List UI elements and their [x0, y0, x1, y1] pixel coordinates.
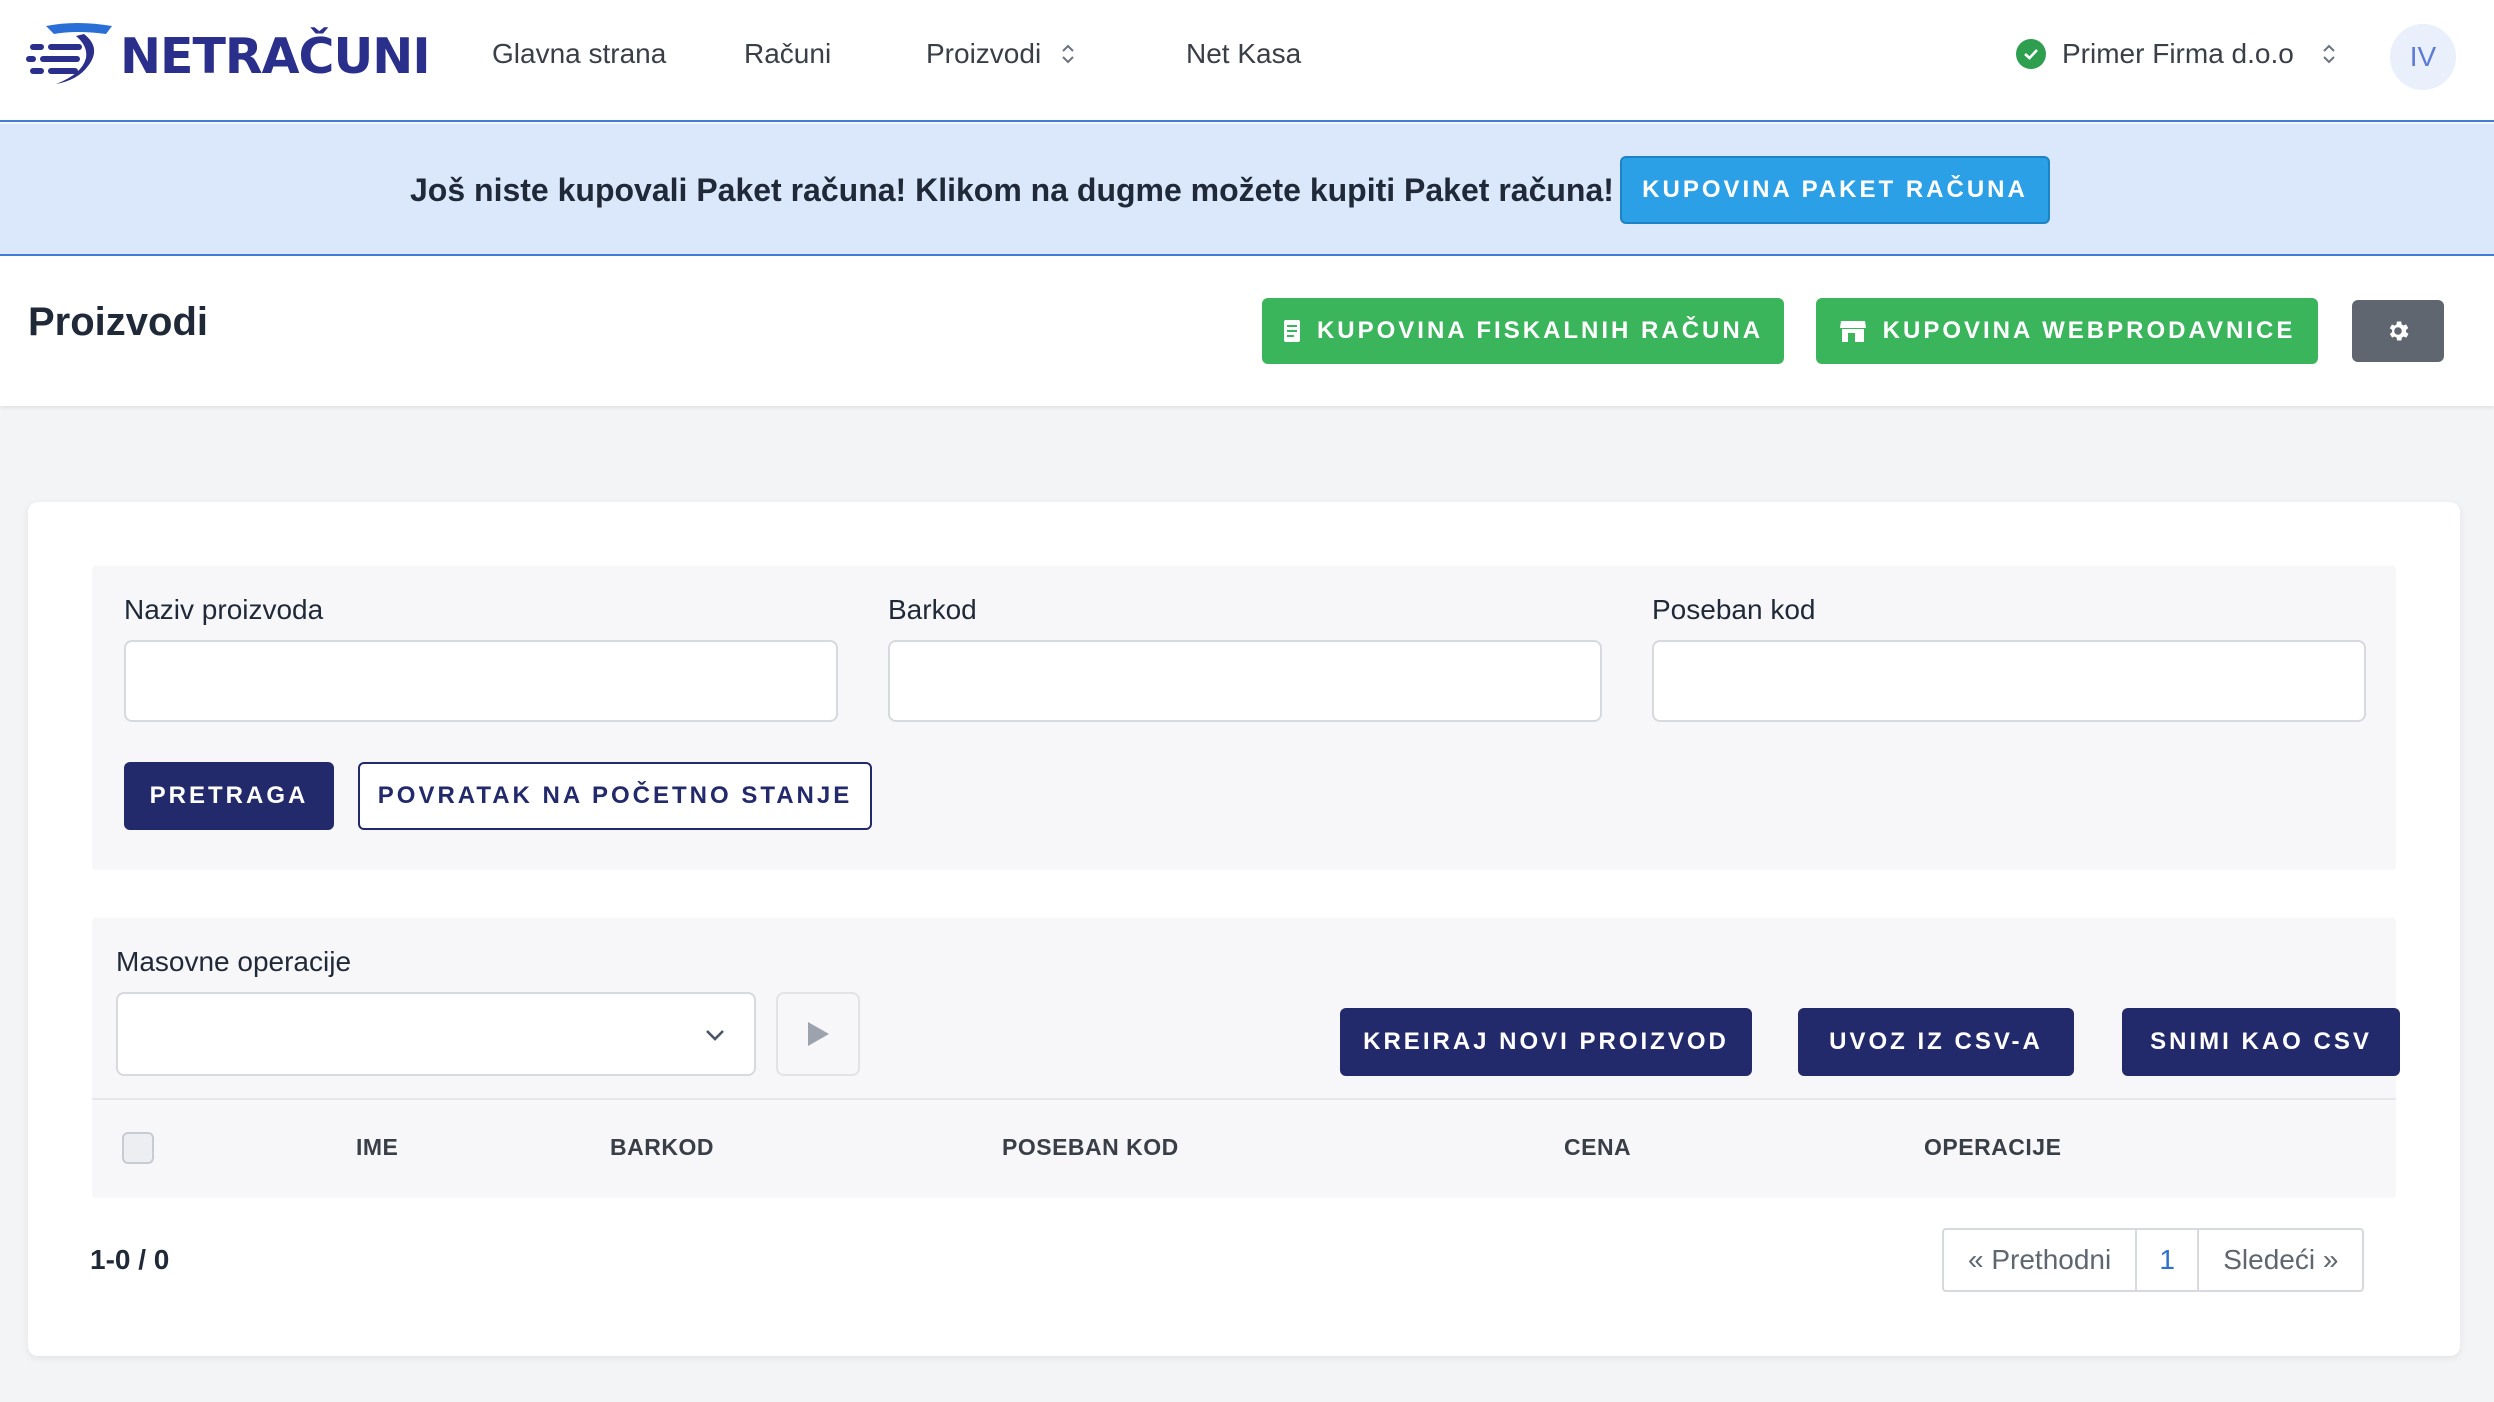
purchase-banner: Još niste kupovali Paket računa! Klikom … — [0, 124, 2494, 256]
button-label: KUPOVINA PAKET RAČUNA — [1642, 176, 2028, 203]
next-page-button[interactable]: Sledeći » — [2197, 1230, 2362, 1290]
special-code-label: Poseban kod — [1652, 594, 1816, 625]
run-operation-button[interactable] — [776, 992, 860, 1076]
brand-logo[interactable]: NETRAČUNI — [26, 18, 431, 94]
column-header-name[interactable]: IME — [356, 1134, 398, 1161]
nav-item-label: Proizvodi — [926, 38, 1042, 69]
export-csv-button[interactable]: SNIMI KAO CSV — [2122, 1008, 2400, 1076]
banner-message: Još niste kupovali Paket računa! Klikom … — [410, 172, 1614, 208]
column-header-barcode[interactable]: BARKOD — [610, 1134, 714, 1161]
nav-item-net-kasa[interactable]: Net Kasa — [1186, 38, 1301, 70]
buy-invoice-package-button[interactable]: KUPOVINA PAKET RAČUNA — [1620, 156, 2050, 224]
product-name-label: Naziv proizvoda — [124, 594, 324, 625]
company-name: Primer Firma d.o.o — [2062, 38, 2294, 69]
nav-item-label: Računi — [744, 38, 832, 69]
mass-operations-select[interactable] — [116, 992, 756, 1076]
pagination: « Prethodni 1 Sledeći » — [1942, 1228, 2365, 1292]
column-header-price[interactable]: CENA — [1564, 1134, 1631, 1161]
logo-mark-icon — [26, 23, 112, 84]
company-selector[interactable]: Primer Firma d.o.o — [2016, 38, 2336, 70]
import-csv-button[interactable]: UVOZ IZ CSV-A — [1798, 1008, 2074, 1076]
products-card: Naziv proizvoda Barkod Poseban kod PRETR… — [28, 502, 2460, 1356]
settings-button[interactable] — [2352, 300, 2444, 362]
button-label: SNIMI KAO CSV — [2150, 1028, 2372, 1055]
page-title: Proizvodi — [28, 300, 209, 344]
nav-item-label: Glavna strana — [492, 38, 667, 69]
operations-panel: Masovne operacije KREIRAJ NOVI PROIZVOD … — [92, 918, 2400, 1198]
column-header-operations: OPERACIJE — [1924, 1134, 2062, 1160]
page-header: Proizvodi KUPOVINA FISKALNIH RAČUNA KUPO… — [0, 256, 2494, 406]
chevron-updown-icon — [2322, 42, 2336, 66]
top-navigation: NETRAČUNI Glavna strana Računi Proizvodi… — [0, 0, 2494, 122]
receipt-icon — [1283, 320, 1300, 342]
column-header-special-code[interactable]: POSEBAN KOD — [1002, 1134, 1179, 1161]
create-product-button[interactable]: KREIRAJ NOVI PROIZVOD — [1340, 1008, 1752, 1076]
search-button[interactable]: PRETRAGA — [124, 762, 334, 830]
table-divider — [92, 1098, 2396, 1100]
barcode-input[interactable] — [888, 640, 1602, 722]
brand-name: NETRAČUNI — [120, 27, 431, 85]
reset-button[interactable]: POVRATAK NA POČETNO STANJE — [358, 762, 872, 830]
button-label: KREIRAJ NOVI PROIZVOD — [1363, 1028, 1729, 1055]
select-all-checkbox[interactable] — [122, 1132, 154, 1164]
store-icon — [1839, 321, 1866, 342]
play-icon — [808, 1022, 829, 1046]
check-circle-icon — [2016, 39, 2046, 69]
buy-webshop-button[interactable]: KUPOVINA WEBPRODAVNICE — [1816, 298, 2318, 364]
barcode-label: Barkod — [888, 594, 977, 625]
button-label: KUPOVINA WEBPRODAVNICE — [1882, 317, 2296, 344]
user-avatar[interactable]: IV — [2390, 24, 2456, 90]
filter-panel: Naziv proizvoda Barkod Poseban kod PRETR… — [92, 566, 2396, 870]
nav-item-label: Net Kasa — [1186, 38, 1302, 69]
nav-item-home[interactable]: Glavna strana — [492, 38, 666, 70]
page-number-button[interactable]: 1 — [2135, 1230, 2197, 1290]
button-label: POVRATAK NA POČETNO STANJE — [377, 782, 853, 809]
buy-fiscal-invoices-button[interactable]: KUPOVINA FISKALNIH RAČUNA — [1262, 298, 1784, 364]
product-name-input[interactable] — [124, 640, 838, 722]
nav-item-invoices[interactable]: Računi — [744, 38, 831, 70]
chevron-down-icon — [706, 1030, 724, 1041]
button-label: PRETRAGA — [149, 782, 309, 809]
nav-item-products[interactable]: Proizvodi — [926, 38, 1075, 70]
results-count: 1-0 / 0 — [90, 1244, 170, 1275]
mass-operations-label: Masovne operacije — [116, 946, 352, 977]
gear-icon — [2389, 321, 2409, 341]
button-label: KUPOVINA FISKALNIH RAČUNA — [1316, 317, 1764, 344]
button-label: UVOZ IZ CSV-A — [1829, 1028, 2043, 1055]
chevron-updown-icon — [1061, 42, 1075, 66]
special-code-input[interactable] — [1652, 640, 2366, 722]
prev-page-button[interactable]: « Prethodni — [1944, 1230, 2135, 1290]
